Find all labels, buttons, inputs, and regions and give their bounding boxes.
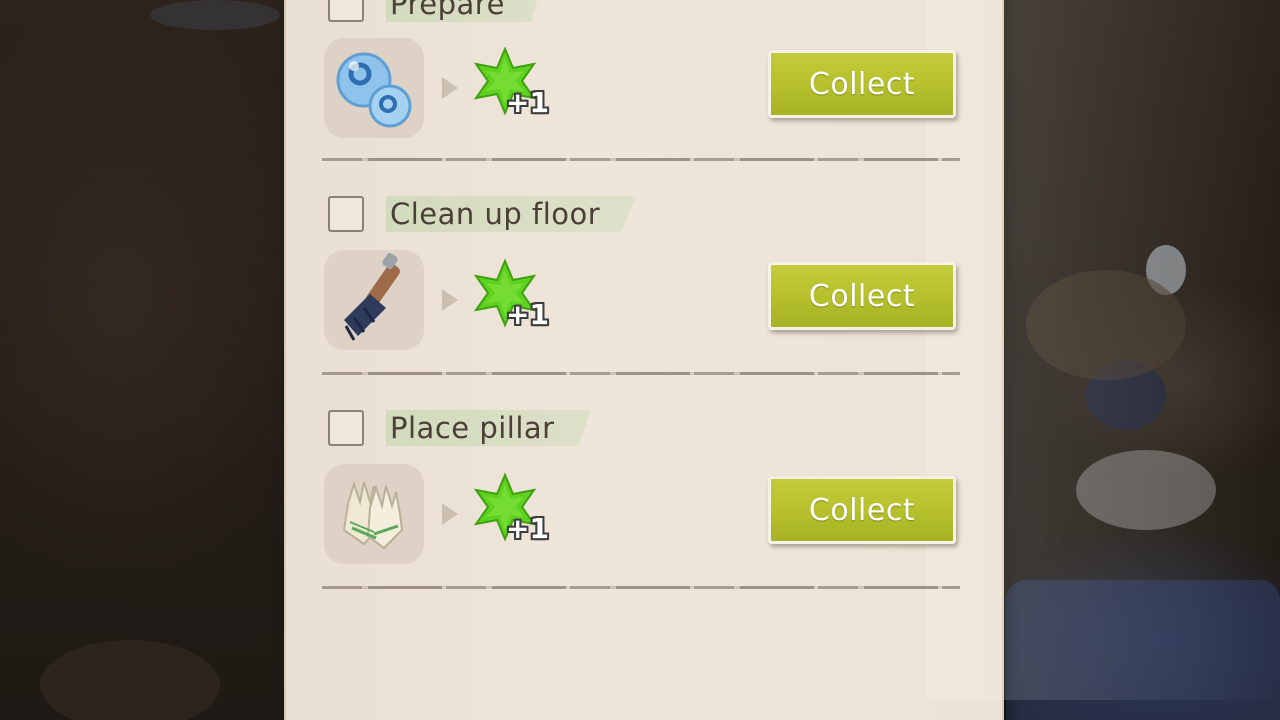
task-title-highlight: Clean up floor [386,196,637,232]
reward-amount: +1 [506,86,549,119]
task-title-row: Place pillar [328,408,591,448]
game-scene-right [1006,0,1280,720]
collect-button-label: Collect [808,492,916,528]
oxygen-bubbles-icon [324,38,424,138]
arrow-right-icon [442,289,458,311]
task-row-clean-up-floor: Clean up floor +1 Collect [286,194,1002,364]
task-divider [322,586,960,589]
collect-button[interactable]: Collect [768,262,956,330]
green-star-icon: +1 [470,472,550,552]
brush-icon [324,250,424,350]
task-title: Prepare [390,0,505,21]
green-star-icon: +1 [470,258,550,338]
task-checkbox[interactable] [328,410,364,446]
task-divider [322,372,960,375]
collect-button[interactable]: Collect [768,476,956,544]
task-divider [322,158,960,161]
task-title: Clean up floor [390,197,601,231]
reward-amount: +1 [506,512,549,545]
collect-button-label: Collect [808,66,916,102]
reward-amount: +1 [506,298,549,331]
game-scene-left [0,0,286,720]
task-title: Place pillar [390,411,555,445]
task-title-highlight: Place pillar [386,410,591,446]
collect-button[interactable]: Collect [768,50,956,118]
arrow-right-icon [442,503,458,525]
task-checkbox[interactable] [328,196,364,232]
green-star-icon: +1 [470,46,550,126]
task-row-prepare: Prepare +1 Collect [286,0,1002,154]
task-title-row: Prepare [328,0,541,24]
gloves-icon [324,464,424,564]
task-row-place-pillar: Place pillar +1 Collect [286,408,1002,578]
task-title-row: Clean up floor [328,194,637,234]
collect-button-label: Collect [808,278,916,314]
task-title-highlight: Prepare [386,0,541,22]
task-checkbox[interactable] [328,0,364,22]
arrow-right-icon [442,77,458,99]
